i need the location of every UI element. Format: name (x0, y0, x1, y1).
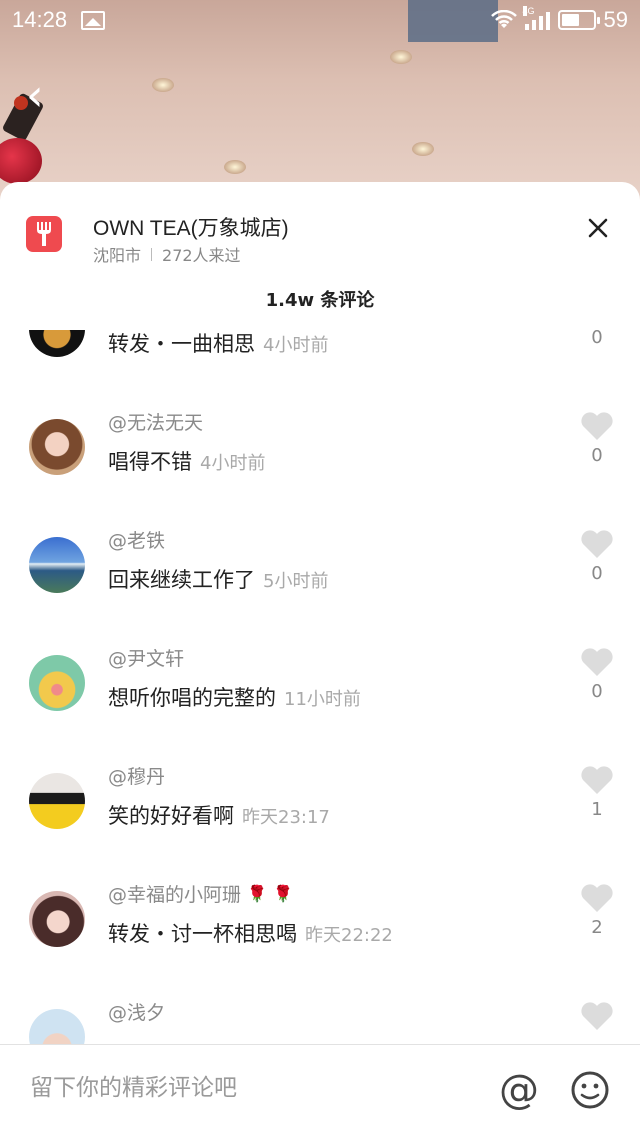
like-count: 0 (591, 330, 603, 348)
avatar[interactable] (29, 891, 85, 947)
comment-time: 昨天23:17 (242, 807, 330, 828)
avatar[interactable] (29, 330, 85, 357)
shop-name: OWN TEA(万象城店) (93, 217, 289, 240)
comment-item[interactable]: @老铁 回来继续工作了 5小时前 0 (0, 526, 640, 644)
comment-text: 唱得不错 4小时前 (108, 446, 265, 476)
status-bar: 14:28 4G 59 (0, 0, 640, 40)
heart-icon (581, 1002, 613, 1030)
shop-visitors: 272人来过 (162, 246, 241, 265)
fork-icon (26, 216, 62, 252)
comment-time: 4小时前 (200, 453, 266, 474)
comment-user[interactable]: @尹文轩 (108, 644, 184, 671)
heart-icon (581, 530, 613, 558)
avatar[interactable] (29, 773, 85, 829)
rose-emoji-icon: 🌹 (272, 884, 293, 903)
divider (151, 247, 153, 261)
battery-percent: 59 (603, 7, 628, 32)
comment-item[interactable]: @浅夕 (0, 998, 640, 1044)
shop-city: 沈阳市 (93, 246, 142, 265)
ceiling-light (390, 50, 412, 64)
comment-time: 11小时前 (284, 689, 361, 710)
comment-item[interactable]: @尹文轩 想听你唱的完整的 11小时前 0 (0, 644, 640, 762)
comment-user[interactable]: @老铁 (108, 526, 165, 553)
comment-time: 5小时前 (263, 571, 329, 592)
comment-time: 4小时前 (263, 335, 329, 356)
smiley-icon[interactable] (570, 1070, 610, 1110)
avatar[interactable] (29, 419, 85, 475)
rose-emoji-icon: 🌹 (247, 884, 267, 903)
shop-meta: 沈阳市 272人来过 (93, 242, 241, 266)
like-count: 0 (591, 681, 603, 702)
comments-count-title: 1.4w 条评论 (265, 290, 375, 311)
image-notification-icon (81, 10, 106, 30)
heart-icon (581, 648, 613, 676)
comment-body: 转发・一曲相思 (108, 332, 255, 356)
avatar[interactable] (29, 537, 85, 593)
comment-time: 昨天22:22 (305, 925, 393, 946)
chevron-left-icon[interactable]: ‹ (26, 74, 66, 118)
shop-info[interactable]: OWN TEA(万象城店) 沈阳市 272人来过 (26, 212, 620, 266)
comment-body: 回来继续工作了 (108, 568, 255, 592)
comment-input[interactable] (30, 1075, 450, 1101)
wifi-icon (490, 10, 517, 28)
heart-icon (581, 412, 613, 440)
like-count: 0 (591, 445, 603, 466)
like-button[interactable]: 2 (578, 883, 616, 953)
comment-user[interactable]: @无法无天 (108, 408, 203, 435)
mention-button[interactable]: @ (498, 1069, 540, 1111)
comment-user[interactable]: @浅夕 (108, 998, 165, 1025)
network-type: 4G (522, 6, 535, 16)
comment-list[interactable]: 转发・一曲相思 4小时前 0 @无法无天 唱得不错 4小时前 0 @老铁 回来继续工… (0, 330, 640, 1044)
like-button[interactable]: 0 (578, 529, 616, 599)
battery-level (561, 14, 580, 26)
comment-body: 想听你唱的完整的 (108, 686, 276, 710)
like-button[interactable]: 0 (578, 330, 616, 363)
ceiling-light (412, 142, 434, 156)
avatar[interactable] (29, 1009, 85, 1044)
like-button[interactable]: 1 (578, 765, 616, 835)
like-count: 2 (591, 917, 603, 938)
comment-text: 回来继续工作了 5小时前 (108, 564, 328, 594)
comment-text: 想听你唱的完整的 11小时前 (108, 682, 361, 712)
comment-item[interactable]: 转发・一曲相思 4小时前 0 (0, 330, 640, 408)
user-name: @幸福的小阿珊 (108, 884, 242, 906)
comment-item[interactable]: @幸福的小阿珊 🌹 🌹 转发・讨一杯相思喝 昨天22:22 2 (0, 880, 640, 998)
comments-sheet: OWN TEA(万象城店) 沈阳市 272人来过 1.4w 条评论 转发・一曲相… (0, 182, 640, 1138)
comment-body: 唱得不错 (108, 450, 192, 474)
red-lantern (0, 138, 42, 184)
avatar[interactable] (29, 655, 85, 711)
comment-text: 笑的好好看啊 昨天23:17 (108, 800, 330, 830)
comment-body: 转发・讨一杯相思喝 (108, 922, 297, 946)
status-time: 14:28 (12, 7, 68, 32)
comment-item[interactable]: @无法无天 唱得不错 4小时前 0 (0, 408, 640, 526)
like-count: 1 (591, 799, 603, 820)
like-button[interactable]: 0 (578, 647, 616, 717)
battery-icon (557, 10, 600, 30)
comment-text: 转发・一曲相思 4小时前 (108, 330, 328, 358)
like-button[interactable] (578, 1001, 616, 1044)
heart-icon (581, 884, 613, 912)
signal-icon: 4G (522, 6, 550, 30)
heart-icon (581, 766, 613, 794)
ceiling-light (224, 160, 246, 174)
close-icon[interactable] (582, 212, 614, 244)
comment-body: 笑的好好看啊 (108, 804, 234, 828)
comment-text: 转发・讨一杯相思喝 昨天22:22 (108, 918, 393, 948)
comment-user[interactable]: @幸福的小阿珊 🌹 🌹 (108, 880, 293, 907)
ceiling-light (152, 78, 174, 92)
comment-user[interactable]: @穆丹 (108, 762, 165, 789)
comment-composer: @ (0, 1044, 640, 1138)
comment-item[interactable]: @穆丹 笑的好好看啊 昨天23:17 1 (0, 762, 640, 880)
like-count: 0 (591, 563, 603, 584)
like-button[interactable]: 0 (578, 411, 616, 481)
